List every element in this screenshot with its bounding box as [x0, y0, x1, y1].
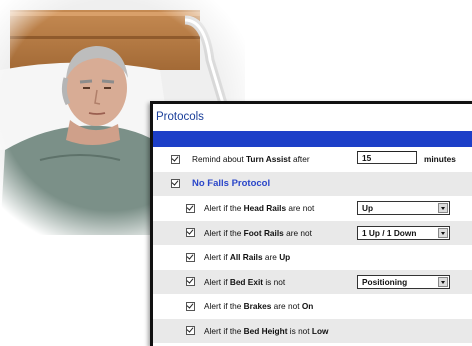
panel-title: Protocols — [153, 104, 472, 131]
no-falls-row: No Falls Protocol — [153, 171, 472, 196]
protocols-panel: Protocols Remind about Turn Assist after… — [150, 101, 472, 346]
chevron-down-icon — [438, 227, 448, 238]
brakes-label: Alert if the Brakes are not On — [204, 301, 314, 312]
all-rails-row: Alert if All Rails are Up — [153, 245, 472, 270]
foot-rails-label: Alert if the Foot Rails are not — [204, 227, 312, 238]
brakes-checkbox[interactable] — [186, 301, 195, 311]
minutes-label: minutes — [424, 154, 456, 164]
all-rails-checkbox[interactable] — [186, 252, 195, 262]
no-falls-checkbox[interactable] — [171, 179, 180, 189]
panel-header-bar — [153, 131, 472, 147]
chevron-down-icon — [438, 203, 448, 213]
bed-exit-label: Alert if Bed Exit is not — [204, 276, 286, 287]
head-rails-checkbox[interactable] — [186, 203, 195, 213]
bed-height-row: Alert if the Bed Height is not Low — [153, 318, 472, 343]
turn-assist-checkbox[interactable] — [171, 154, 180, 164]
bed-exit-row: Alert if Bed Exit is not Positioning — [153, 269, 472, 294]
turn-assist-minutes-input[interactable]: 15 — [357, 151, 417, 164]
foot-rails-select[interactable]: 1 Up / 1 Down — [357, 225, 450, 240]
chevron-down-icon — [438, 276, 448, 287]
head-rails-label: Alert if the Head Rails are not — [204, 203, 315, 214]
bed-exit-checkbox[interactable] — [186, 277, 195, 287]
foot-rails-checkbox[interactable] — [186, 228, 195, 238]
all-rails-label: Alert if All Rails are Up — [204, 252, 291, 263]
foot-rails-row: Alert if the Foot Rails are not 1 Up / 1… — [153, 220, 472, 245]
turn-assist-row: Remind about Turn Assist after 15 minute… — [153, 147, 472, 172]
bed-height-label: Alert if the Bed Height is not Low — [204, 325, 329, 336]
head-rails-row: Alert if the Head Rails are not Up — [153, 196, 472, 221]
bed-exit-select[interactable]: Positioning — [357, 274, 450, 289]
brakes-row: Alert if the Brakes are not On — [153, 294, 472, 319]
no-falls-label: No Falls Protocol — [192, 178, 271, 190]
bed-height-checkbox[interactable] — [186, 326, 195, 336]
head-rails-select[interactable]: Up — [357, 201, 450, 215]
turn-assist-label: Remind about Turn Assist after — [192, 154, 310, 165]
